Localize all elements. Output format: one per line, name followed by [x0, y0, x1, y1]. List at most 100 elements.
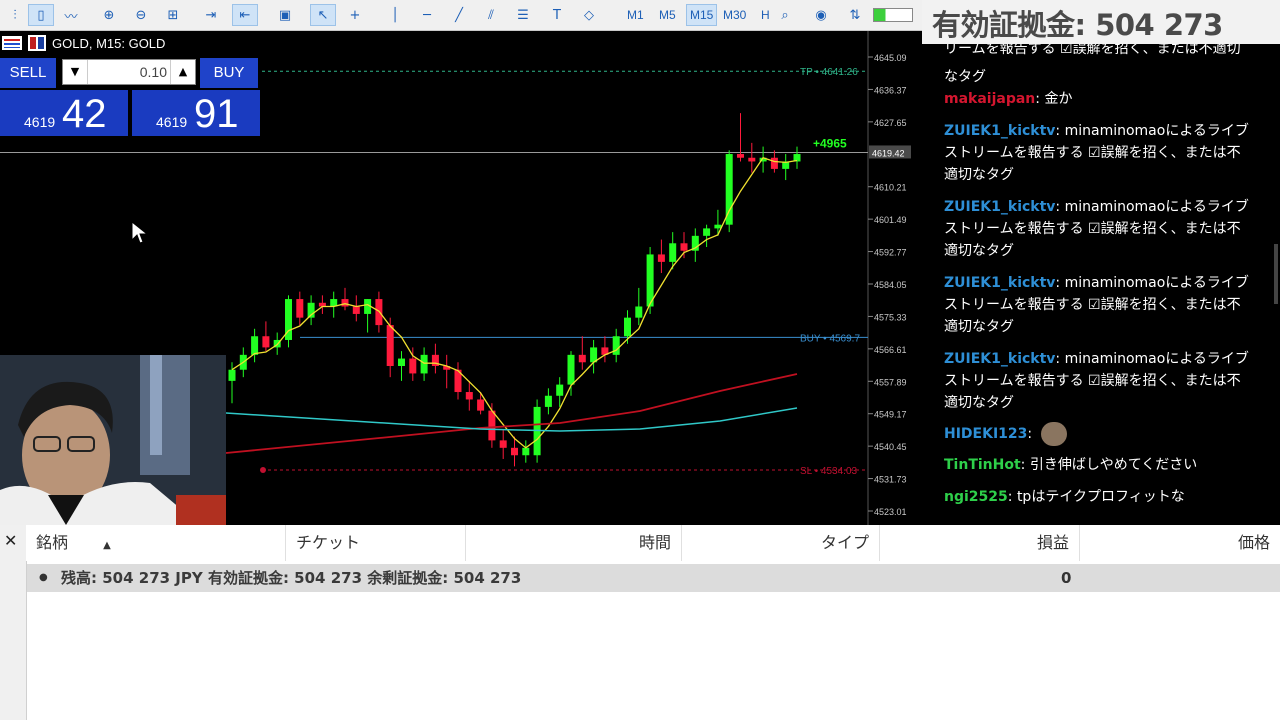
- vertical-line-icon[interactable]: │: [382, 4, 408, 26]
- y-tick-label: 4549.17: [874, 410, 907, 420]
- streamer-video-image: [0, 355, 226, 525]
- lot-increase-icon[interactable]: ▲: [170, 60, 195, 84]
- cursor-icon[interactable]: ↖: [310, 4, 336, 26]
- grid-icon[interactable]: ⊞: [160, 4, 186, 26]
- y-tick-label: 4610.21: [874, 183, 907, 193]
- chat-username[interactable]: ZUIEK1_kicktv: [944, 351, 1055, 367]
- ask-price-digits: 91: [194, 92, 239, 136]
- chart-bars-icon[interactable]: ⫶: [2, 4, 28, 26]
- fibonacci-icon[interactable]: ☰: [510, 4, 536, 26]
- bid-price-prefix: 4619: [24, 114, 56, 130]
- menu-icon[interactable]: [2, 36, 22, 50]
- column-type[interactable]: タイプ: [682, 525, 880, 561]
- autoscroll-icon[interactable]: ⇥: [198, 4, 224, 26]
- buy-button[interactable]: BUY: [200, 58, 258, 88]
- candles-icon[interactable]: ▯: [28, 4, 54, 26]
- y-tick-label: 4540.45: [874, 442, 907, 452]
- zoom-in-icon[interactable]: ⊕: [96, 4, 122, 26]
- y-tick-label: 4601.49: [874, 215, 907, 225]
- chat-message: ZUIEK1_kicktv: minaminomaoによるライブストリームを報告…: [944, 196, 1254, 262]
- y-tick-label: 4575.33: [874, 312, 907, 322]
- candle-body: [341, 299, 349, 307]
- trendline-icon[interactable]: ╱: [446, 4, 472, 26]
- balance-summary-row[interactable]: ● 残高: 504 273 JPY 有効証拠金: 504 273 余剰証拠金: …: [27, 564, 1280, 592]
- channel-icon[interactable]: ⫽: [478, 4, 504, 26]
- column-price[interactable]: 価格: [1080, 525, 1280, 561]
- column-profit[interactable]: 損益: [880, 525, 1080, 561]
- timeframe-m30[interactable]: M30: [720, 4, 749, 26]
- column-time[interactable]: 時間: [466, 525, 682, 561]
- candle-body: [522, 447, 530, 456]
- medium-moving-average-line: [225, 373, 798, 454]
- chat-message: なタグ: [944, 66, 1254, 88]
- chat-message: makaijapan: 金か: [944, 88, 1254, 110]
- candle-body: [465, 392, 473, 400]
- shapes-icon[interactable]: ◇: [576, 4, 602, 26]
- search-icon[interactable]: ⌕: [772, 4, 798, 26]
- candle-body: [511, 447, 518, 456]
- toolbar: ⫶ ▯ 〰 ⊕ ⊖ ⊞ ⇥ ⇤ ▣ ↖ + │ ─ ╱ ⫽ ☰ T ◇ ⌕ ◉ ⇅ M1 M5 M15 M30 H: [0, 0, 922, 31]
- y-tick-label: 4531.73: [874, 475, 907, 485]
- candle-body: [251, 336, 259, 355]
- candle-body: [386, 325, 394, 367]
- chat-username[interactable]: ZUIEK1_kicktv: [944, 123, 1055, 139]
- chat-username[interactable]: ZUIEK1_kicktv: [944, 275, 1055, 291]
- crosshair-icon[interactable]: +: [342, 4, 368, 26]
- chat-text: tpはテイクプロフィットな: [1016, 489, 1185, 505]
- chat-username[interactable]: HIDEKI123: [944, 426, 1027, 442]
- chat-username[interactable]: ngi2525: [944, 489, 1008, 505]
- symbol-flag-icon: [28, 35, 46, 51]
- lot-size-value[interactable]: 0.10: [91, 60, 167, 84]
- terminal-header: 銘柄 ▲ チケット 時間 タイプ 損益 価格: [26, 525, 1280, 561]
- candle-body: [669, 243, 677, 262]
- chat-message: TinTinHot: 引き伸ばしやめてください: [944, 454, 1254, 476]
- column-symbol[interactable]: 銘柄 ▲: [26, 525, 286, 561]
- timeframe-m1[interactable]: M1: [624, 4, 647, 26]
- position-profit-label: +4965: [813, 136, 847, 150]
- close-icon[interactable]: ✕: [4, 531, 17, 550]
- chat-text: なタグ: [944, 69, 986, 85]
- chat-username[interactable]: ZUIEK1_kicktv: [944, 199, 1055, 215]
- chat-message: ZUIEK1_kicktv: minaminomaoによるライブストリームを報告…: [944, 272, 1254, 338]
- buy-order-label: BUY • 4569.7: [800, 333, 860, 344]
- account-icon[interactable]: ◉: [808, 4, 834, 26]
- chat-username[interactable]: makaijapan: [944, 91, 1035, 107]
- chat-username[interactable]: TinTinHot: [944, 457, 1021, 473]
- chat-text: 金か: [1044, 91, 1073, 107]
- sell-button[interactable]: SELL: [0, 58, 56, 88]
- candle-body: [770, 157, 778, 169]
- connection-bar-icon[interactable]: [872, 4, 914, 26]
- screenshot-icon[interactable]: ▣: [272, 4, 298, 26]
- bullet-icon: ●: [39, 572, 48, 583]
- signal-icon[interactable]: ⇅: [842, 4, 868, 26]
- line-chart-icon[interactable]: 〰: [58, 4, 84, 26]
- horizontal-line-icon[interactable]: ─: [414, 4, 440, 26]
- sort-asc-icon: ▲: [103, 540, 111, 551]
- bid-price[interactable]: 4619 42: [0, 90, 128, 136]
- chart-title: GOLD, M15: GOLD: [52, 35, 166, 51]
- equity-banner-text: 有効証拠金: 504 273: [932, 8, 1223, 42]
- column-ticket[interactable]: チケット: [286, 525, 466, 561]
- mouse-cursor-icon: [131, 220, 149, 244]
- y-tick-label: 4566.61: [874, 345, 907, 355]
- timeframe-m15[interactable]: M15: [686, 4, 718, 26]
- y-tick-label: 4523.01: [874, 507, 907, 517]
- text-icon[interactable]: T: [544, 4, 570, 26]
- chat-separator: :: [1055, 275, 1065, 291]
- lot-size-field[interactable]: ▼ 0.10 ▲: [62, 59, 196, 85]
- chart-shift-icon[interactable]: ⇤: [232, 4, 258, 26]
- timeframe-m5[interactable]: M5: [656, 4, 679, 26]
- ask-price[interactable]: 4619 91: [132, 90, 260, 136]
- terminal-panel: ✕ 銘柄 ▲ チケット 時間 タイプ 損益 価格 ● 残高: 504 273 J…: [0, 525, 1280, 720]
- zoom-out-icon[interactable]: ⊖: [128, 4, 154, 26]
- y-tick-label: 4584.05: [874, 280, 907, 290]
- candle-body: [567, 354, 575, 385]
- candle-body: [488, 410, 496, 441]
- timeframe-h[interactable]: H: [758, 4, 773, 26]
- y-tick-label: 4557.89: [874, 377, 907, 387]
- y-tick-label: 4627.65: [874, 118, 907, 128]
- chat-scrollbar[interactable]: [1274, 244, 1278, 304]
- candle-body: [296, 299, 304, 318]
- chat-separator: :: [1055, 123, 1065, 139]
- lot-decrease-icon[interactable]: ▼: [63, 60, 88, 84]
